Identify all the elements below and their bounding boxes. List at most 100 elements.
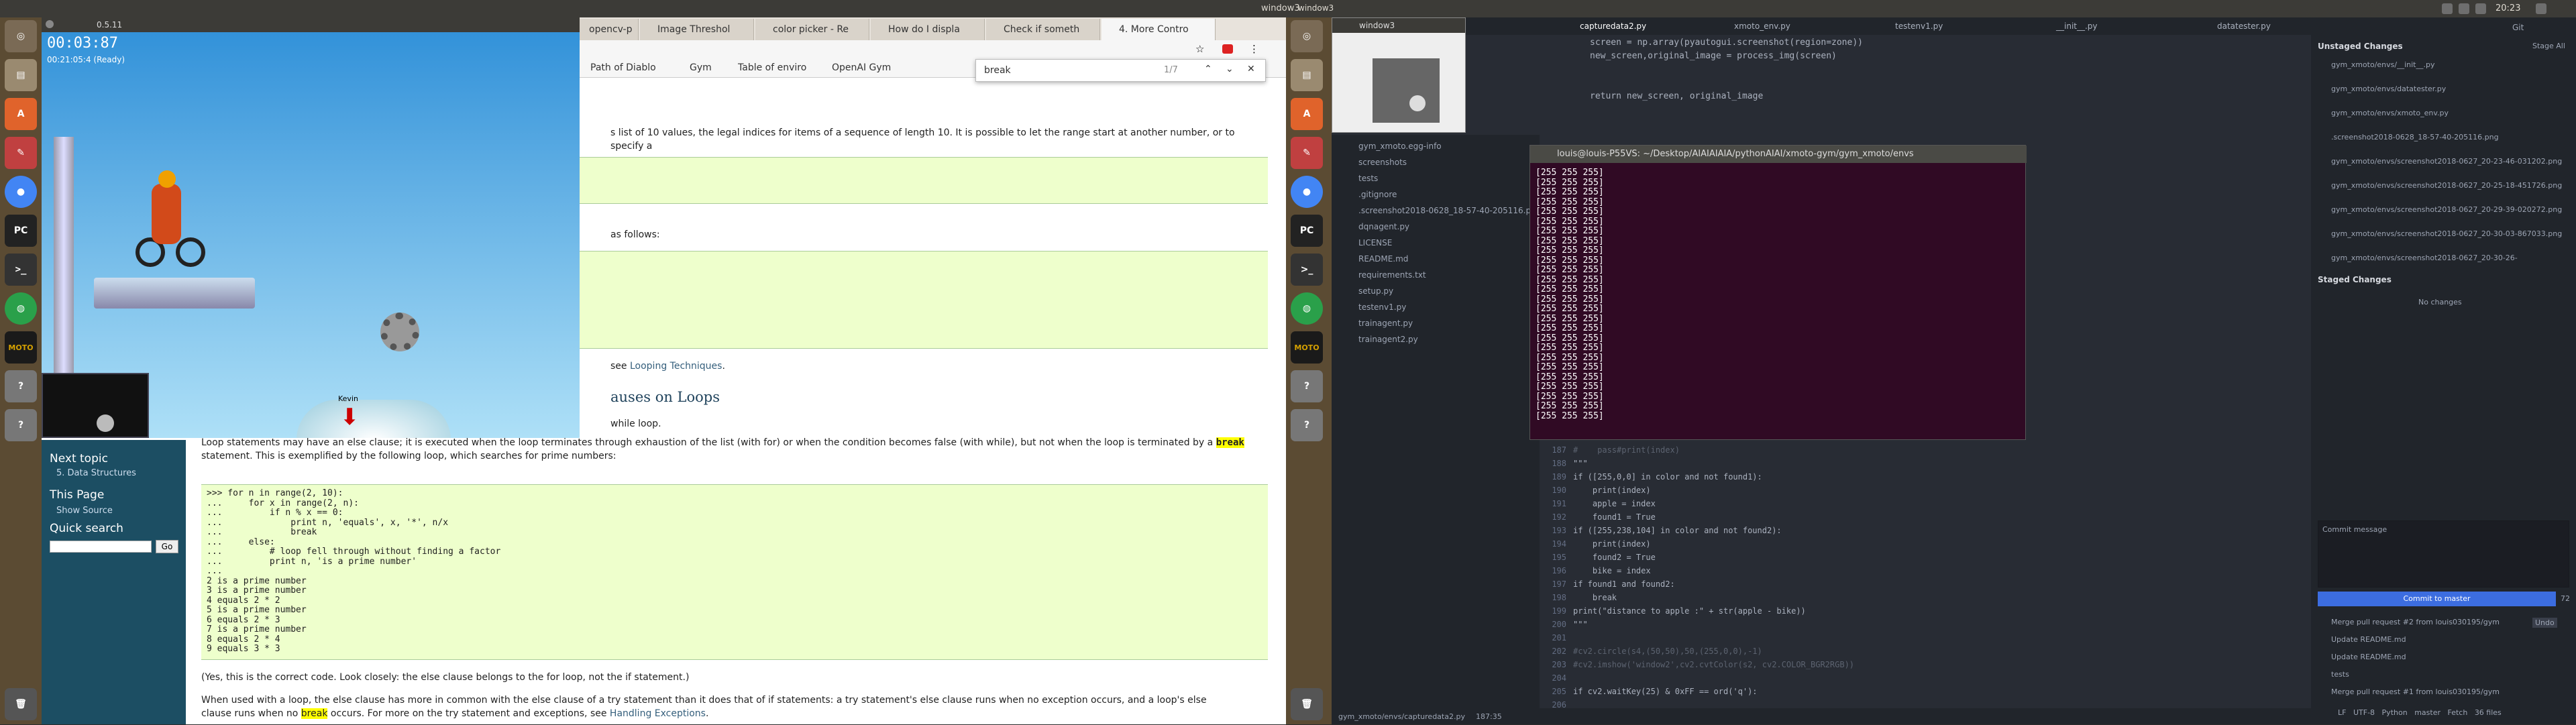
- bookmark-4[interactable]: OpenAI Gym: [832, 62, 891, 73]
- dash-icon-2[interactable]: ◎: [1291, 20, 1323, 52]
- git-file[interactable]: gym_xmoto/envs/screenshot2018-0627_20-25…: [2331, 181, 2566, 190]
- volume-icon[interactable]: [2475, 3, 2486, 14]
- commit-history-item[interactable]: Update README.md: [2331, 653, 2406, 661]
- close-icon[interactable]: [46, 20, 54, 28]
- tree-item[interactable]: LICENSE: [1358, 238, 1392, 247]
- xmoto-game-window[interactable]: 0.5.11 00:03:87 00:21:05:4 (Ready) Kevin…: [42, 17, 580, 438]
- git-file[interactable]: gym_xmoto/envs/datatester.py: [2331, 85, 2566, 93]
- gear-icon[interactable]: [2536, 3, 2546, 14]
- window3[interactable]: window3: [1332, 17, 1466, 133]
- globe-icon[interactable]: ◍: [5, 292, 37, 325]
- code-top[interactable]: screen = np.array(pyautogui.screenshot(r…: [1590, 36, 1863, 103]
- status-pos[interactable]: 187:35: [1476, 712, 1502, 721]
- status-files[interactable]: 36 files: [2475, 708, 2502, 717]
- link-looping[interactable]: Looping Techniques: [630, 361, 722, 372]
- commit-history-item[interactable]: tests: [2331, 670, 2349, 679]
- editor-tab-2[interactable]: xmoto_env.py: [1734, 21, 1790, 31]
- status-branch[interactable]: master: [2414, 708, 2440, 717]
- commit-history-item[interactable]: Merge pull request #2 from louis030195/g…: [2331, 618, 2500, 626]
- keyboard-icon[interactable]: [2442, 3, 2453, 14]
- status-enc[interactable]: UTF-8: [2353, 708, 2375, 717]
- bookmark-3[interactable]: Table of enviro: [738, 62, 806, 73]
- status-path[interactable]: gym_xmoto/envs/capturedata2.py: [1338, 712, 1465, 721]
- close-icon[interactable]: ✕: [1247, 64, 1255, 74]
- git-file[interactable]: gym_xmoto/envs/__init__.py: [2331, 60, 2566, 69]
- link-handling[interactable]: Handling Exceptions: [610, 708, 706, 719]
- show-source-link[interactable]: Show Source: [56, 506, 113, 516]
- chrome-icon-2[interactable]: ●: [1291, 176, 1323, 208]
- tab-6[interactable]: 4. More Contro: [1102, 19, 1216, 40]
- adblock-icon[interactable]: [1222, 44, 1233, 54]
- software-icon[interactable]: A: [5, 98, 37, 130]
- network-icon[interactable]: [2459, 3, 2469, 14]
- tree-item[interactable]: tests: [1358, 174, 1378, 183]
- xmoto-icon[interactable]: MOTO: [5, 331, 37, 364]
- software-icon-2[interactable]: A: [1291, 98, 1323, 130]
- tools-icon[interactable]: ✎: [5, 137, 37, 169]
- chrome-icon[interactable]: ●: [5, 176, 37, 208]
- files-icon-2[interactable]: ▤: [1291, 59, 1323, 91]
- tree-item[interactable]: trainagent2.py: [1358, 335, 1418, 344]
- git-file[interactable]: gym_xmoto/envs/screenshot2018-0627_20-23…: [2331, 157, 2566, 166]
- chevron-down-icon[interactable]: ⌄: [1226, 64, 1234, 74]
- tab-5[interactable]: Check if someth: [986, 19, 1100, 40]
- globe-icon-2[interactable]: ◍: [1291, 292, 1323, 325]
- status-fetch[interactable]: Fetch: [2447, 708, 2467, 717]
- go-button[interactable]: Go: [156, 540, 178, 553]
- help-icon-4[interactable]: ?: [1291, 409, 1323, 441]
- help-icon-3[interactable]: ?: [1291, 370, 1323, 402]
- commit-button[interactable]: Commit to master: [2318, 592, 2556, 606]
- stage-all-button[interactable]: Stage All: [2532, 42, 2565, 50]
- tree-item[interactable]: testenv1.py: [1358, 302, 1406, 312]
- editor-tab-3[interactable]: testenv1.py: [1895, 21, 1943, 31]
- trash-icon-2[interactable]: 🗑: [1291, 688, 1323, 720]
- editor-tab-5[interactable]: datatester.py: [2217, 21, 2271, 31]
- tree-item[interactable]: gym_xmoto.egg-info: [1358, 142, 1442, 151]
- tree-item[interactable]: README.md: [1358, 254, 1408, 264]
- editor-tab-4[interactable]: __init__.py: [2056, 21, 2098, 31]
- star-icon[interactable]: ☆: [1195, 43, 1204, 55]
- status-lang[interactable]: Python: [2382, 708, 2408, 717]
- quick-search-input[interactable]: [50, 541, 152, 553]
- tree-item[interactable]: .screenshot2018-0628_18-57-40-205116.png: [1358, 206, 1541, 215]
- files-icon[interactable]: ▤: [5, 59, 37, 91]
- git-file[interactable]: gym_xmoto/envs/screenshot2018-0627_20-30…: [2331, 229, 2566, 238]
- git-file[interactable]: gym_xmoto/envs/screenshot2018-0627_20-29…: [2331, 205, 2566, 214]
- chevron-up-icon[interactable]: ⌃: [1204, 64, 1212, 74]
- status-lf[interactable]: LF: [2338, 708, 2346, 717]
- bookmark-1[interactable]: Path of Diablo: [590, 62, 656, 73]
- tab-4[interactable]: How do I displa: [871, 19, 985, 40]
- commit-history-item[interactable]: Update README.md: [2331, 635, 2406, 644]
- git-file[interactable]: gym_xmoto/envs/screenshot2018-0627_20-30…: [2331, 254, 2566, 262]
- git-file[interactable]: .screenshot2018-0628_18-57-40-205116.png: [2331, 133, 2566, 142]
- trash-icon[interactable]: 🗑: [5, 688, 37, 720]
- next-topic-link[interactable]: 5. Data Structures: [56, 468, 136, 478]
- clock[interactable]: 20:23: [2496, 3, 2520, 13]
- tab-2[interactable]: Image Threshol: [640, 19, 754, 40]
- xmoto-icon-2[interactable]: MOTO: [1291, 331, 1323, 364]
- tree-item[interactable]: dqnagent.py: [1358, 222, 1409, 231]
- pycharm-icon[interactable]: PC: [5, 215, 37, 247]
- help-icon[interactable]: ?: [5, 370, 37, 402]
- bookmark-2[interactable]: Gym: [690, 62, 712, 73]
- code-bottom[interactable]: # pass#print(index) """ if ([255,0,0] in c…: [1573, 443, 1854, 698]
- tools-icon-2[interactable]: ✎: [1291, 137, 1323, 169]
- editor-tab-1[interactable]: capturedata2.py: [1580, 21, 1646, 31]
- undo-button[interactable]: Undo: [2532, 618, 2557, 628]
- commit-history-item[interactable]: Merge pull request #1 from louis030195/g…: [2331, 687, 2500, 696]
- commit-message-input[interactable]: Commit message: [2318, 520, 2569, 588]
- tree-item[interactable]: screenshots: [1358, 158, 1407, 167]
- tree-item[interactable]: .gitignore: [1358, 190, 1397, 199]
- help-icon-2[interactable]: ?: [5, 409, 37, 441]
- tab-3[interactable]: color picker - Re: [755, 19, 869, 40]
- pycharm-icon-2[interactable]: PC: [1291, 215, 1323, 247]
- git-file[interactable]: gym_xmoto/envs/xmoto_env.py: [2331, 109, 2566, 117]
- terminal-window[interactable]: louis@louis-P55VS: ~/Desktop/AIAIAIAIA/p…: [1529, 145, 2027, 440]
- find-input[interactable]: break: [984, 65, 1011, 76]
- tree-item[interactable]: requirements.txt: [1358, 270, 1426, 280]
- terminal-icon-2[interactable]: >_: [1291, 254, 1323, 286]
- tree-item[interactable]: setup.py: [1358, 286, 1393, 296]
- terminal-icon[interactable]: >_: [5, 254, 37, 286]
- menu-icon[interactable]: ⋮: [1249, 43, 1259, 55]
- tree-item[interactable]: trainagent.py: [1358, 319, 1413, 328]
